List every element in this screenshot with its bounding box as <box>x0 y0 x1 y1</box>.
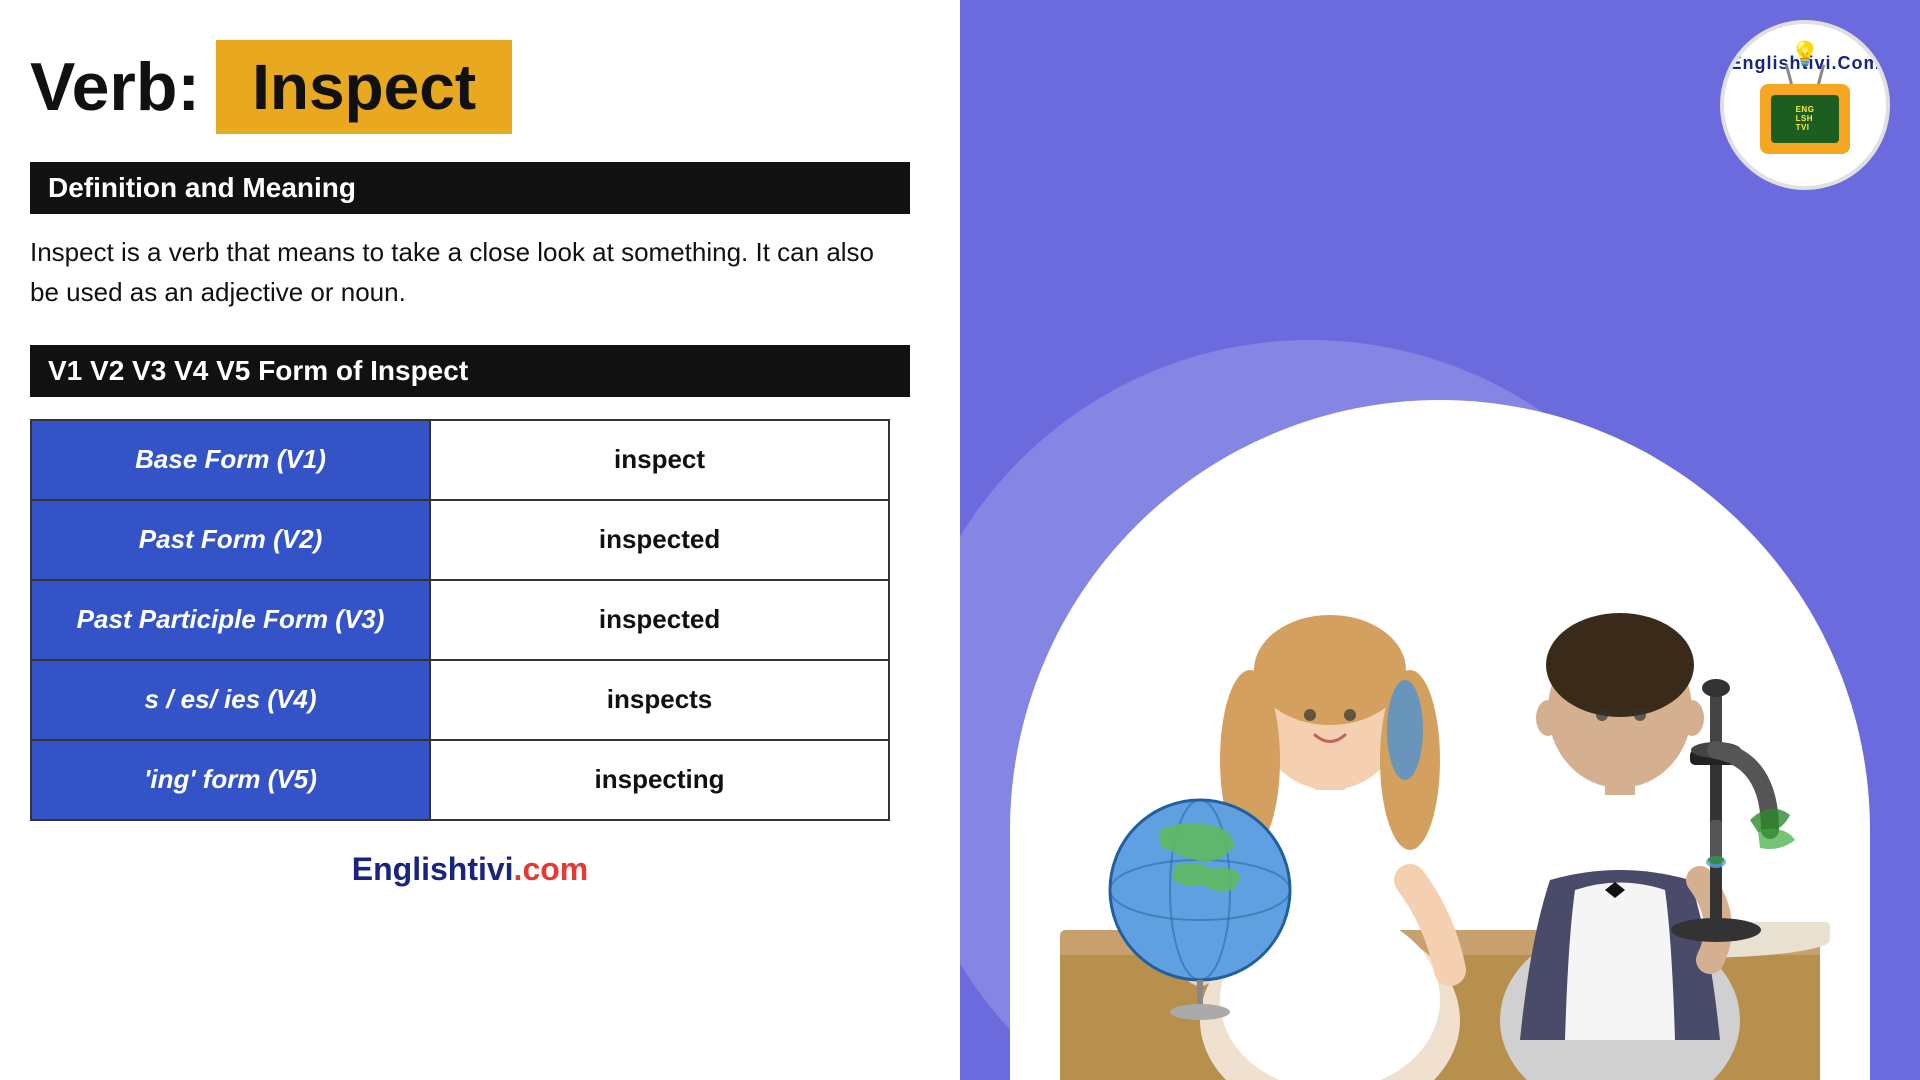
form-value: inspecting <box>430 740 889 820</box>
definition-text: Inspect is a verb that means to take a c… <box>30 232 910 313</box>
forms-heading: V1 V2 V3 V4 V5 Form of Inspect <box>30 345 910 397</box>
verb-label: Verb: <box>30 48 200 126</box>
verb-forms-table: Base Form (V1)inspectPast Form (V2)inspe… <box>30 419 890 821</box>
brand-name-blue: Englishtivi <box>352 851 514 887</box>
form-label: s / es/ ies (V4) <box>31 660 430 740</box>
form-label: Past Participle Form (V3) <box>31 580 430 660</box>
table-row: s / es/ ies (V4)inspects <box>31 660 889 740</box>
word-title: Inspect <box>216 40 512 134</box>
semicircle-bg <box>1010 400 1870 1080</box>
title-row: Verb: Inspect <box>30 40 910 134</box>
table-row: 'ing' form (V5)inspecting <box>31 740 889 820</box>
scene-illustration <box>1010 400 1870 1080</box>
form-value: inspects <box>430 660 889 740</box>
lightbulb-icon: 💡 <box>1790 40 1820 69</box>
form-label: Past Form (V2) <box>31 500 430 580</box>
logo-circle: Englishtivi.Com ENGLSHTVI 💡 <box>1720 20 1890 190</box>
table-row: Base Form (V1)inspect <box>31 420 889 500</box>
tv-screen-text: ENGLSHTVI <box>1796 105 1815 132</box>
left-panel: Verb: Inspect Definition and Meaning Ins… <box>0 0 960 1080</box>
right-panel: Englishtivi.Com ENGLSHTVI 💡 <box>960 0 1920 1080</box>
form-value: inspected <box>430 500 889 580</box>
table-row: Past Form (V2)inspected <box>31 500 889 580</box>
form-value: inspected <box>430 580 889 660</box>
definition-heading: Definition and Meaning <box>30 162 910 214</box>
form-label: Base Form (V1) <box>31 420 430 500</box>
table-row: Past Participle Form (V3)inspected <box>31 580 889 660</box>
tv-screen: ENGLSHTVI <box>1771 95 1839 143</box>
form-value: inspect <box>430 420 889 500</box>
tv-icon: ENGLSHTVI 💡 <box>1760 84 1850 154</box>
footer-brand: Englishtivi.com <box>30 851 910 888</box>
brand-name-red: .com <box>514 851 589 887</box>
form-label: 'ing' form (V5) <box>31 740 430 820</box>
